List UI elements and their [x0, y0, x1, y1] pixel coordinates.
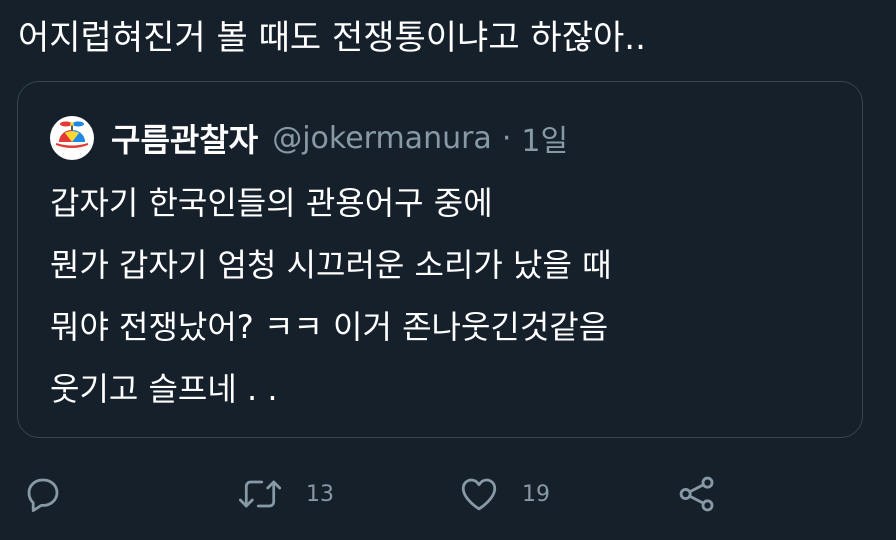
quoted-tweet-card[interactable]: 구름관찰자 @jokermanura · 1일 갑자기 한국인들의 관용어구 중…	[17, 81, 863, 438]
like-button[interactable]: 19	[458, 470, 550, 518]
quoted-text-line: 뭔가 갑자기 엄청 시끄러운 소리가 났을 때	[50, 246, 612, 284]
quoted-tweet-header: 구름관찰자 @jokermanura · 1일	[50, 116, 568, 160]
share-button[interactable]	[676, 470, 718, 518]
quoted-text-line: 웃기고 슬프네 . .	[50, 370, 278, 408]
quoted-handle[interactable]: @jokermanura	[272, 121, 492, 156]
retweet-button[interactable]: 13	[236, 470, 334, 518]
retweet-count: 13	[306, 481, 334, 507]
reply-icon	[22, 473, 64, 515]
reply-button[interactable]	[22, 470, 64, 518]
tweet-action-bar: 13 19	[0, 470, 896, 518]
share-icon	[676, 473, 718, 515]
quoted-tweet-text: 갑자기 한국인들의 관용어구 중에 뭔가 갑자기 엄청 시끄러운 소리가 났을 …	[50, 172, 850, 420]
propeller-cap-icon	[52, 116, 92, 160]
quoted-text-line: 갑자기 한국인들의 관용어구 중에	[50, 184, 493, 222]
quoted-text-line: 뭐야 전쟁났어? ㅋㅋ 이거 존나웃긴것같음	[50, 308, 609, 346]
quoted-timestamp[interactable]: 1일	[521, 116, 568, 160]
avatar[interactable]	[50, 116, 94, 160]
retweet-icon	[236, 473, 284, 515]
tweet-text: 어지럽혀진거 볼 때도 전쟁통이냐고 하잖아..	[18, 18, 646, 58]
heart-icon	[458, 473, 500, 515]
meta-separator: ·	[501, 120, 512, 156]
like-count: 19	[522, 481, 550, 507]
quoted-display-name[interactable]: 구름관찰자	[111, 115, 258, 161]
